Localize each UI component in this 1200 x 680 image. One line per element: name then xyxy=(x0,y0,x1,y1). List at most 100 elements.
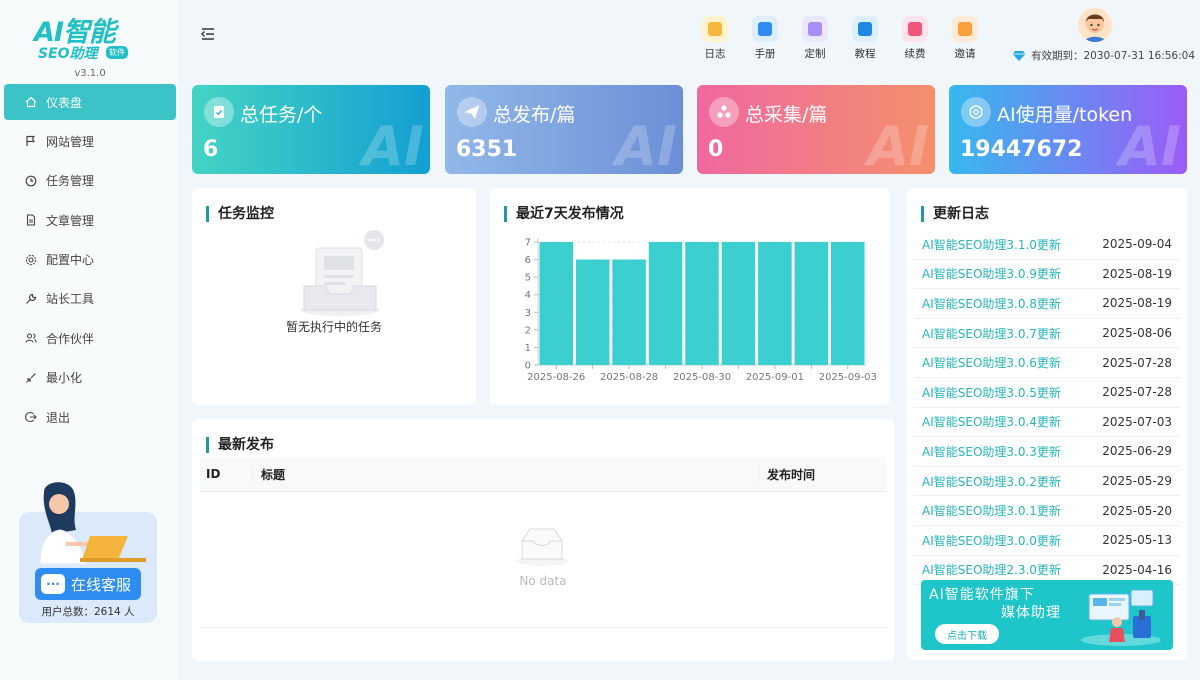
stat-value: 19447672 xyxy=(960,137,1083,162)
tool-label: 教程 xyxy=(854,48,876,60)
log-icon xyxy=(702,16,728,42)
column-title: 标题 xyxy=(252,465,758,483)
online-support-button[interactable]: ··· 在线客服 xyxy=(35,568,141,600)
invite-icon xyxy=(952,16,978,42)
changelog-entry-date: 2025-07-03 xyxy=(1102,414,1172,429)
changelog-entry-title[interactable]: AI智能SEO助理3.0.0更新 xyxy=(922,532,1061,549)
menu-toggle-icon[interactable] xyxy=(200,26,216,42)
changelog-entry-date: 2025-04-16 xyxy=(1102,562,1172,577)
header-toolbar: 日志 手册 定制 教程 续费 邀请 xyxy=(690,16,990,61)
online-support-label: 在线客服 xyxy=(71,575,132,594)
changelog-entry[interactable]: AI智能SEO助理3.0.5更新 2025-07-28 xyxy=(914,378,1180,408)
sidebar-item-label: 合作伙伴 xyxy=(46,331,95,346)
stat-card-total-tasks: 总任务/个 6 AI xyxy=(192,85,430,174)
stat-title: 总发布/篇 xyxy=(493,104,576,126)
changelog-entry-title[interactable]: AI智能SEO助理3.0.9更新 xyxy=(922,265,1061,282)
changelog-entry-title[interactable]: AI智能SEO助理3.0.5更新 xyxy=(922,384,1061,401)
changelog-entry-title[interactable]: AI智能SEO助理3.0.6更新 xyxy=(922,354,1061,371)
tool-label: 定制 xyxy=(804,48,826,60)
tool-manual[interactable]: 手册 xyxy=(740,16,790,61)
stat-value: 6 xyxy=(203,137,219,162)
promo-illustration xyxy=(1081,589,1161,646)
promo-line1: AI智能软件旗下 xyxy=(929,587,1035,603)
x-tick-label: 2025-08-28 xyxy=(600,372,658,383)
changelog-panel: 更新日志 AI智能SEO助理3.1.0更新 2025-09-04 AI智能SEO助理… xyxy=(907,188,1187,660)
changelog-entry[interactable]: AI智能SEO助理3.0.0更新 2025-05-13 xyxy=(914,526,1180,556)
changelog-title: 更新日志 xyxy=(921,206,989,222)
x-tick-label: 2025-09-01 xyxy=(746,372,804,383)
tool-log[interactable]: 日志 xyxy=(690,16,740,61)
changelog-entry-title[interactable]: AI智能SEO助理3.1.0更新 xyxy=(922,236,1061,253)
changelog-entry[interactable]: AI智能SEO助理3.0.8更新 2025-08-19 xyxy=(914,289,1180,319)
vip-diamond-icon xyxy=(1012,50,1026,61)
sidebar-item-dashboard[interactable]: 仪表盘 xyxy=(4,84,176,120)
task-check-icon xyxy=(204,97,234,127)
y-tick-label: 7 xyxy=(525,238,531,249)
changelog-entry-title[interactable]: AI智能SEO助理2.3.0更新 xyxy=(922,561,1061,578)
empty-box-icon xyxy=(516,528,568,566)
tool-customize[interactable]: 定制 xyxy=(790,16,840,61)
tool-label: 续费 xyxy=(904,48,926,60)
tool-label: 邀请 xyxy=(954,48,976,60)
user-avatar[interactable] xyxy=(1078,8,1112,42)
sidebar-item-logout[interactable]: 退出 xyxy=(4,399,176,435)
y-tick-label: 6 xyxy=(525,255,531,266)
promo-line2: 媒体助理 xyxy=(1001,605,1061,621)
changelog-entry[interactable]: AI智能SEO助理3.0.2更新 2025-05-29 xyxy=(914,467,1180,497)
wrench-icon xyxy=(24,292,38,306)
ai-watermark: AI xyxy=(867,115,929,174)
tool-tutorial[interactable]: 教程 xyxy=(840,16,890,61)
bar xyxy=(685,242,719,365)
ai-watermark: AI xyxy=(1119,115,1181,174)
chat-icon: ··· xyxy=(41,574,65,594)
changelog-entry-date: 2025-08-19 xyxy=(1102,296,1172,311)
avatar-icon xyxy=(1078,8,1112,42)
changelog-entry-title[interactable]: AI智能SEO助理3.0.8更新 xyxy=(922,295,1061,312)
sidebar-item-minimize[interactable]: 最小化 xyxy=(4,360,176,396)
bar xyxy=(575,259,610,365)
changelog-entry-title[interactable]: AI智能SEO助理3.0.1更新 xyxy=(922,502,1061,519)
changelog-entry[interactable]: AI智能SEO助理3.0.9更新 2025-08-19 xyxy=(914,260,1180,290)
tutorial-icon xyxy=(852,16,878,42)
sidebar-item-articles[interactable]: 文章管理 xyxy=(4,202,176,238)
sidebar-item-tasks[interactable]: 任务管理 xyxy=(4,163,176,199)
bar xyxy=(758,242,792,365)
promo-download-button[interactable]: 点击下载 xyxy=(935,624,999,644)
task-monitor-title: 任务监控 xyxy=(206,206,274,222)
stat-card-total-published: 总发布/篇 6351 AI xyxy=(445,85,683,174)
expire-text: 有效期到：2030-07-31 16:56:04 xyxy=(1031,50,1196,62)
changelog-entry-date: 2025-06-29 xyxy=(1102,444,1172,459)
bar xyxy=(831,242,865,365)
stat-card-total-collected: 总采集/篇 0 AI xyxy=(697,85,935,174)
users-icon xyxy=(24,331,38,345)
sidebar-item-webmaster-tools[interactable]: 站长工具 xyxy=(4,281,176,317)
y-tick-label: 3 xyxy=(525,308,531,319)
y-tick-label: 4 xyxy=(525,290,531,301)
sidebar-item-partners[interactable]: 合作伙伴 xyxy=(4,320,176,356)
changelog-entry[interactable]: AI智能SEO助理3.1.0更新 2025-09-04 xyxy=(914,230,1180,260)
changelog-entry-title[interactable]: AI智能SEO助理3.0.4更新 xyxy=(922,413,1061,430)
y-tick-label: 5 xyxy=(525,273,531,284)
changelog-entry[interactable]: AI智能SEO助理3.0.7更新 2025-08-06 xyxy=(914,319,1180,349)
changelog-entry[interactable]: AI智能SEO助理3.0.3更新 2025-06-29 xyxy=(914,437,1180,467)
changelog-entry[interactable]: AI智能SEO助理3.0.4更新 2025-07-03 xyxy=(914,408,1180,438)
changelog-entry-title[interactable]: AI智能SEO助理3.0.2更新 xyxy=(922,473,1061,490)
sidebar-item-label: 仪表盘 xyxy=(46,95,83,110)
changelog-entry-title[interactable]: AI智能SEO助理3.0.3更新 xyxy=(922,443,1061,460)
sidebar-item-label: 最小化 xyxy=(46,371,83,386)
stat-value: 6351 xyxy=(456,137,518,162)
stat-title: AI使用量/token xyxy=(997,104,1133,126)
media-assistant-promo-banner[interactable]: AI智能软件旗下 媒体助理 点击下载 xyxy=(921,580,1173,650)
changelog-entry-title[interactable]: AI智能SEO助理3.0.7更新 xyxy=(922,325,1061,342)
sidebar-item-config[interactable]: 配置中心 xyxy=(4,242,176,278)
y-tick-label: 1 xyxy=(525,343,531,354)
tool-renew[interactable]: 续费 xyxy=(890,16,940,61)
support-person-illustration xyxy=(39,482,146,564)
changelog-entry[interactable]: AI智能SEO助理3.0.1更新 2025-05-20 xyxy=(914,496,1180,526)
bar xyxy=(794,242,829,365)
ai-watermark: AI xyxy=(615,115,677,174)
changelog-entry[interactable]: AI智能SEO助理3.0.6更新 2025-07-28 xyxy=(914,348,1180,378)
stat-title: 总采集/篇 xyxy=(745,104,828,126)
sidebar-item-sites[interactable]: 网站管理 xyxy=(4,123,176,159)
tool-invite[interactable]: 邀请 xyxy=(940,16,990,61)
